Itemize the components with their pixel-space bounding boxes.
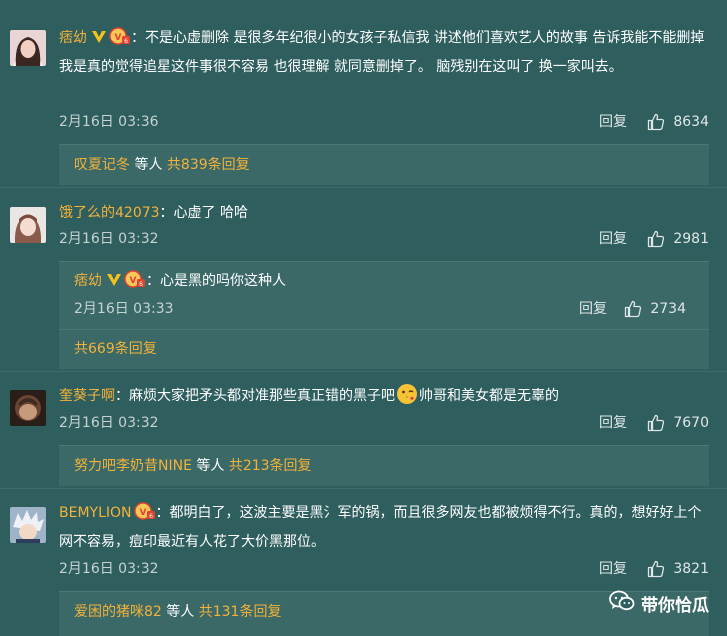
comment-text: ：麻烦大家把矛头都对准那些真正错的黑子吧	[115, 388, 395, 404]
svg-text:V: V	[115, 33, 122, 43]
thread-count-link[interactable]: 共131条回复	[199, 604, 282, 620]
comment-text-block: 奎葵子啊：麻烦大家把矛头都对准那些真正错的黑子吧 帅哥和美女都是无辜的	[59, 383, 709, 414]
verified-v-icon	[91, 27, 107, 53]
comment-meta: 2月16日 03:32 回复 2981	[59, 227, 709, 251]
thread-summary: 努力吧李奶昔NINE 等人 共213条回复	[74, 454, 312, 478]
avatar[interactable]	[10, 30, 46, 66]
thread-users[interactable]: 叹夏记冬	[74, 157, 130, 173]
thumbs-up-icon	[647, 414, 665, 432]
emoji-kiss-icon	[396, 383, 418, 414]
comment-text: ：不是心虚删除 是很多年纪很小的女孩子私信我 讲述他们喜欢艺人的故事 告诉我能不…	[59, 30, 705, 75]
username[interactable]: 痞幼	[59, 30, 87, 46]
reply-thread-box[interactable]: 叹夏记冬 等人 共839条回复	[59, 144, 709, 185]
reply-button[interactable]: 回复	[599, 110, 627, 134]
comment-meta: 2月16日 03:32 回复 7670	[59, 411, 709, 435]
divider	[0, 488, 727, 489]
watermark-text: 带你恰瓜	[641, 596, 709, 616]
thumbs-up-icon	[647, 560, 665, 578]
username[interactable]: BEMYLION	[59, 505, 132, 521]
thread-count-link[interactable]: 共213条回复	[229, 458, 312, 474]
like-count: 3821	[673, 561, 709, 577]
thread-waiting: 等人	[161, 604, 199, 620]
member-badge-icon: V6	[133, 502, 156, 529]
sub-reply-text: ：心是黑的吗你这种人	[146, 273, 286, 289]
reply-button[interactable]: 回复	[579, 297, 607, 321]
like-button[interactable]: 2981	[647, 227, 709, 251]
like-button[interactable]: 7670	[647, 411, 709, 435]
like-button[interactable]: 8634	[647, 110, 709, 134]
wechat-icon	[609, 590, 635, 617]
verified-v-icon	[106, 271, 122, 295]
svg-text:6: 6	[139, 281, 143, 288]
thumbs-up-icon	[624, 300, 642, 318]
thread-summary: 叹夏记冬 等人 共839条回复	[74, 153, 250, 177]
reply-button[interactable]: 回复	[599, 557, 627, 581]
member-badge-icon: V6	[109, 27, 131, 54]
svg-text:V: V	[139, 508, 146, 518]
thread-waiting: 等人	[130, 157, 167, 173]
thread-users[interactable]: 爱困的猪咪82	[74, 604, 162, 620]
like-count: 7670	[673, 415, 709, 431]
username[interactable]: 饿了么的42073	[59, 205, 160, 221]
comment-text-block: 痞幼 V 6 ：不是心虚删除 是很多年纪很小的女孩子私信我 讲述他们喜欢艺人的故事 告…	[59, 25, 709, 80]
timestamp: 2月16日 03:32	[59, 231, 159, 247]
svg-text:6: 6	[149, 513, 153, 520]
thread-count-link[interactable]: 共669条回复	[74, 341, 157, 357]
watermark: 带你恰瓜	[609, 590, 709, 617]
avatar[interactable]	[10, 507, 46, 543]
comment-text-tail: 帅哥和美女都是无辜的	[419, 388, 559, 404]
sub-reply: 痞幼 V 6 ：心是黑的吗你这种人	[74, 269, 286, 296]
svg-text:6: 6	[124, 38, 128, 45]
member-badge-icon: V6	[124, 270, 146, 296]
avatar[interactable]	[10, 207, 46, 243]
thread-summary: 共669条回复	[74, 337, 157, 361]
like-button[interactable]: 2734	[624, 297, 686, 321]
comment-meta: 2月16日 03:36 回复 8634	[59, 110, 709, 134]
comment-text: ：心虚了 哈哈	[159, 205, 248, 221]
like-count: 2734	[650, 301, 686, 317]
like-count: 8634	[673, 114, 709, 130]
sub-reply-username[interactable]: 痞幼	[74, 273, 102, 289]
reply-thread-box[interactable]: 努力吧李奶昔NINE 等人 共213条回复	[59, 445, 709, 486]
thread-summary: 爱困的猪咪82 等人 共131条回复	[74, 600, 281, 624]
thread-waiting: 等人	[191, 458, 229, 474]
timestamp: 2月16日 03:32	[59, 561, 159, 577]
thumbs-up-icon	[647, 113, 665, 131]
timestamp: 2月16日 03:36	[59, 114, 159, 130]
sub-reply-meta: 2月16日 03:33 回复 2734	[74, 297, 694, 321]
comment-text-block: BEMYLION V 6 ：都明白了，这波主要是黑氵军的锅，而且很多网友也都被烦得不行…	[59, 500, 709, 555]
divider	[59, 329, 709, 330]
reply-thread-box: 痞幼 V 6 ：心是黑的吗你这种人 2月16日 03:33 回复 2734 共669条…	[59, 261, 709, 369]
divider	[0, 371, 727, 372]
timestamp: 2月16日 03:32	[59, 415, 159, 431]
timestamp: 2月16日 03:33	[74, 301, 174, 317]
comment-text-block: 饿了么的42073：心虚了 哈哈	[59, 200, 709, 226]
username[interactable]: 奎葵子啊	[59, 388, 115, 404]
svg-text:V: V	[130, 276, 137, 286]
comment-meta: 2月16日 03:32 回复 3821	[59, 557, 709, 581]
avatar[interactable]	[10, 390, 46, 426]
divider	[0, 187, 727, 188]
thread-users[interactable]: 努力吧李奶昔NINE	[74, 458, 192, 474]
reply-button[interactable]: 回复	[599, 411, 627, 435]
reply-button[interactable]: 回复	[599, 227, 627, 251]
like-button[interactable]: 3821	[647, 557, 709, 581]
thumbs-up-icon	[647, 230, 665, 248]
like-count: 2981	[673, 231, 709, 247]
thread-count-link[interactable]: 共839条回复	[167, 157, 250, 173]
